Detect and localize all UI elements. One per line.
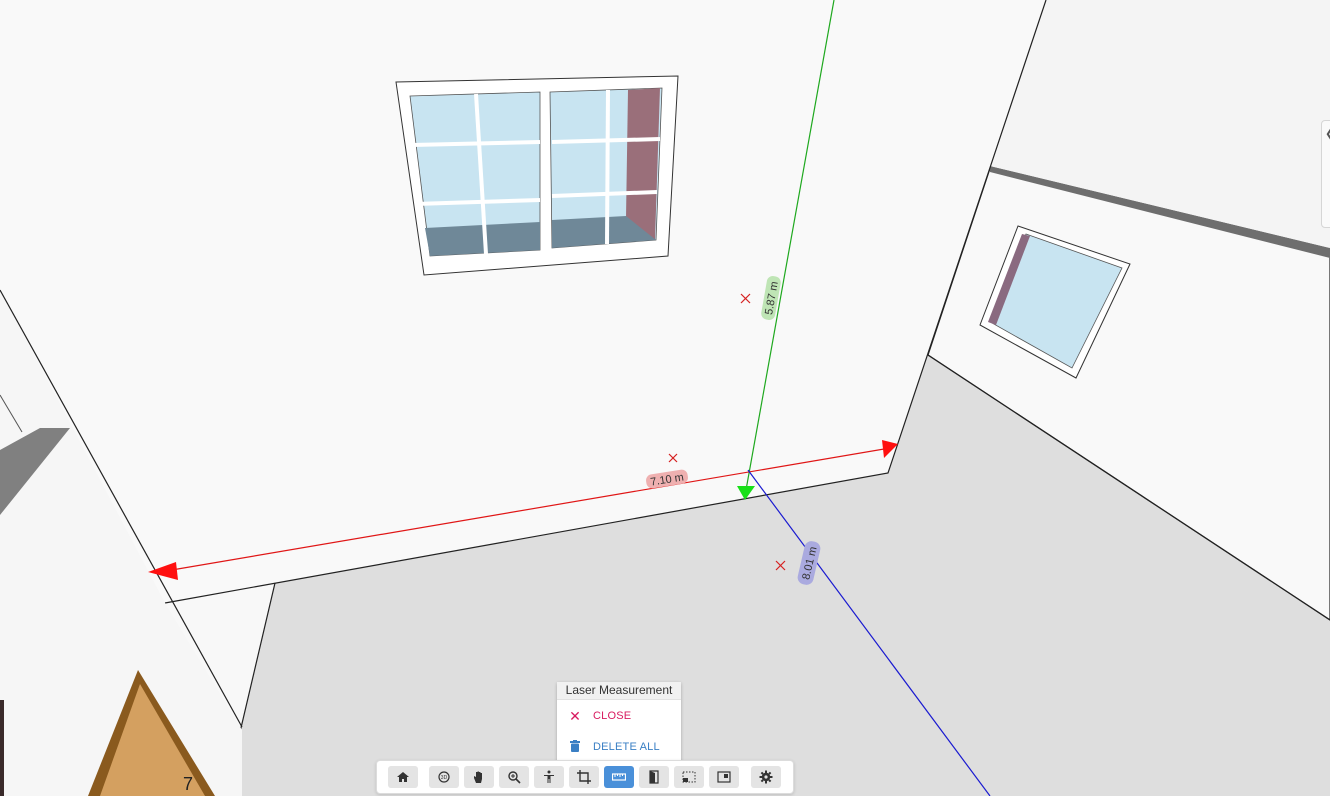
delete-all-label: DELETE ALL	[593, 741, 660, 753]
zoom-icon	[508, 771, 521, 784]
walk-button[interactable]	[534, 766, 564, 788]
viewer-toolbar: 3D	[376, 760, 794, 794]
close-label: CLOSE	[593, 710, 632, 722]
window-front	[395, 75, 679, 276]
picture-in-picture-button[interactable]	[709, 766, 739, 788]
home-icon	[397, 772, 409, 782]
close-icon: ✕	[569, 707, 581, 724]
picture-in-picture-icon	[717, 771, 731, 783]
section-box-button[interactable]	[674, 766, 704, 788]
left-edge-object	[0, 700, 4, 796]
svg-text:7: 7	[183, 774, 193, 794]
door-icon	[649, 770, 659, 784]
orbit-3d-button[interactable]: 3D	[429, 766, 459, 788]
home-button[interactable]	[388, 766, 418, 788]
delete-all-button[interactable]: DELETE ALL	[557, 734, 681, 760]
crop-button[interactable]	[569, 766, 599, 788]
trash-icon	[557, 739, 593, 755]
close-button[interactable]: ✕ CLOSE	[557, 703, 681, 729]
gear-icon	[759, 770, 773, 784]
crop-icon	[577, 770, 591, 784]
3d-viewport[interactable]: 7 5.87 m 7.10 m 8.01 m	[0, 0, 1330, 796]
laser-measurement-panel: Laser Measurement ✕ CLOSE DELETE ALL	[557, 682, 681, 764]
door-button[interactable]	[639, 766, 669, 788]
panel-title: Laser Measurement	[557, 682, 681, 700]
section-box-icon	[682, 771, 696, 783]
side-panel-toggle[interactable]: ❮	[1321, 120, 1330, 228]
chevron-left-icon: ❮	[1325, 127, 1330, 140]
walk-person-icon	[544, 770, 554, 783]
rotate-3d-icon: 3D	[438, 771, 450, 783]
measure-button[interactable]	[604, 766, 634, 788]
ruler-icon	[612, 773, 626, 781]
zoom-button[interactable]	[499, 766, 529, 788]
settings-button[interactable]	[751, 766, 781, 788]
pan-button[interactable]	[464, 766, 494, 788]
pan-hand-icon	[474, 771, 482, 783]
svg-text:3D: 3D	[441, 775, 448, 781]
